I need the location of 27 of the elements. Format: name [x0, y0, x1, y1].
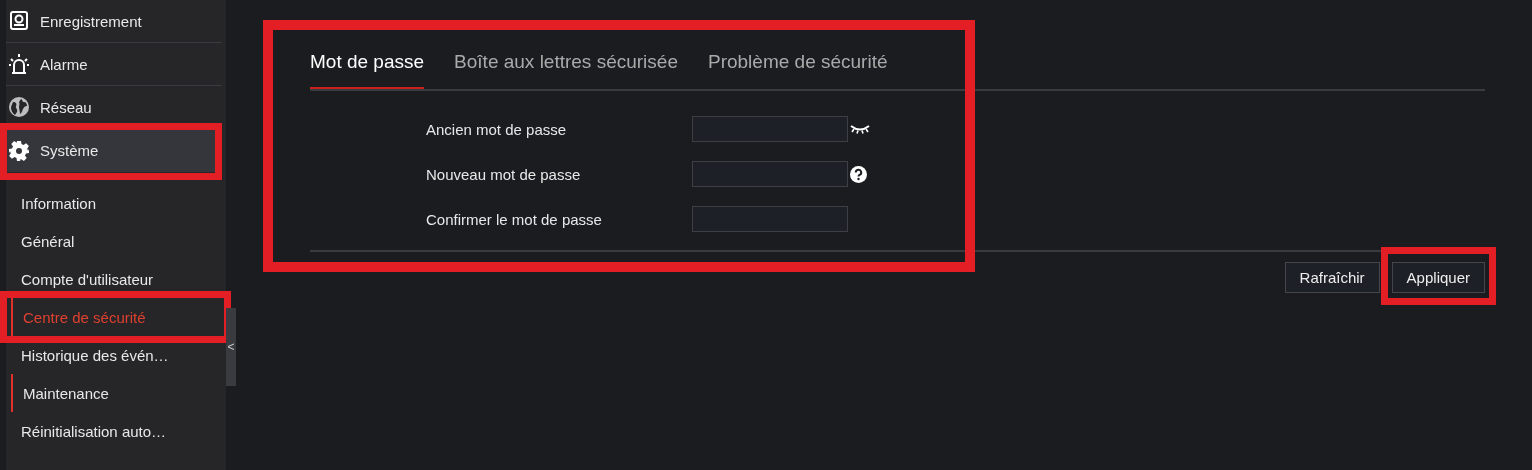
password-field[interactable]	[692, 116, 848, 142]
tab[interactable]: Mot de passe	[310, 45, 425, 89]
menu-item[interactable]: Système	[6, 129, 216, 172]
menu-item[interactable]: Enregistrement	[6, 0, 222, 43]
field-label: Nouveau mot de passe	[426, 165, 582, 183]
action-button[interactable]: Rafraîchir	[1284, 262, 1380, 293]
tab[interactable]: Boîte aux lettres sécurisée	[454, 45, 678, 89]
field-label: Ancien mot de passe	[426, 120, 568, 138]
closed-eye-icon[interactable]	[850, 124, 870, 134]
submenu-item[interactable]: Compte d'utilisateur	[6, 260, 226, 298]
collapse-handle[interactable]: <	[226, 308, 236, 386]
dvr-icon	[9, 11, 29, 31]
menu-item[interactable]: Alarme	[6, 43, 222, 86]
submenu-item[interactable]: Historique des évén…	[6, 336, 226, 374]
siren-icon	[8, 53, 30, 75]
password-field[interactable]	[692, 206, 848, 232]
submenu-item[interactable]: Information	[6, 184, 226, 222]
submenu-item[interactable]: Réinitialisation auto…	[6, 412, 226, 450]
action-button[interactable]: Appliquer	[1391, 262, 1485, 293]
gear-icon	[9, 140, 29, 161]
submenu-item[interactable]: Général	[6, 222, 226, 260]
tab[interactable]: Problème de sécurité	[707, 45, 888, 89]
help-icon[interactable]	[850, 165, 867, 183]
password-field[interactable]	[692, 161, 848, 187]
globe-icon	[8, 96, 30, 118]
field-label: Confirmer le mot de passe	[426, 210, 603, 228]
menu-item[interactable]: Réseau	[6, 86, 222, 129]
